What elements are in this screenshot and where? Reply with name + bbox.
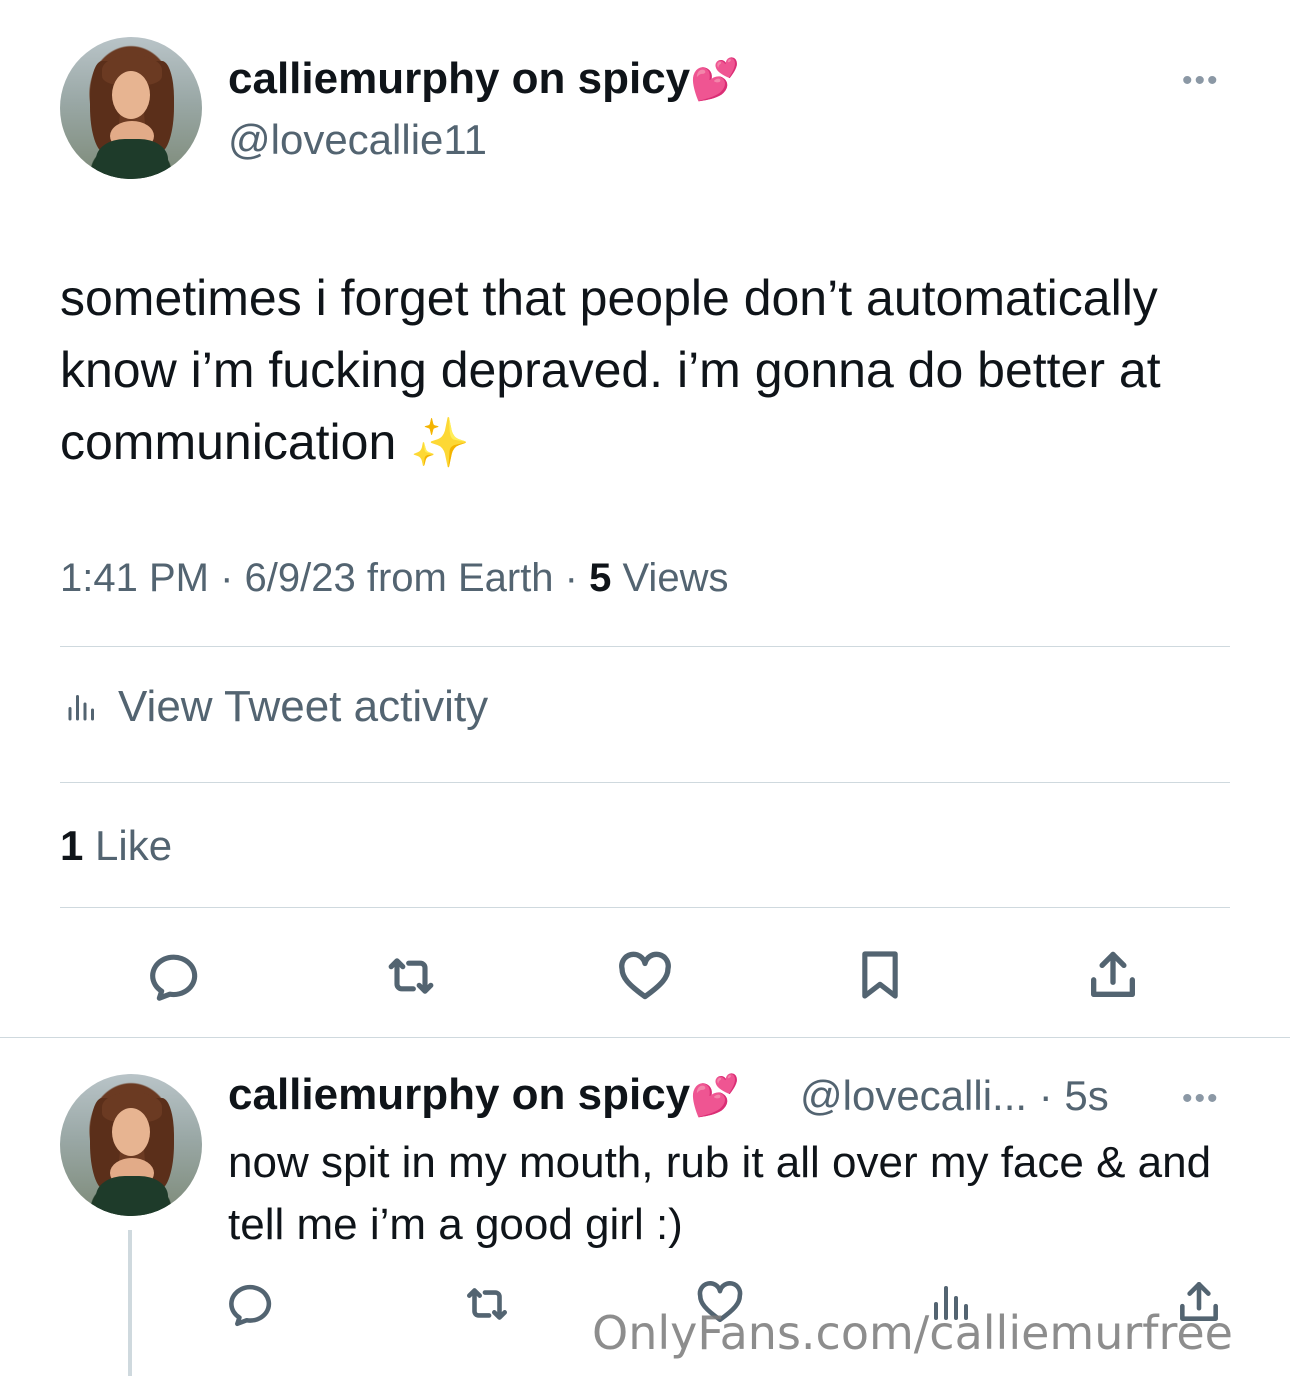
heart-emoji: 💕 bbox=[690, 1074, 740, 1118]
reply-author-name-text: calliemurphy on spicy bbox=[228, 1070, 691, 1119]
activity-label: View Tweet activity bbox=[118, 682, 489, 731]
thread-connector-line bbox=[128, 1230, 132, 1376]
author-display-name[interactable]: calliemurphy on spicy💕 bbox=[228, 54, 740, 104]
reply-retweet-button[interactable] bbox=[458, 1278, 516, 1330]
bookmark-button[interactable] bbox=[850, 944, 910, 1006]
comment-icon bbox=[150, 954, 198, 1001]
avatar-face bbox=[112, 71, 150, 119]
tweet-text: sometimes i forget that people don’t aut… bbox=[60, 262, 1230, 480]
reply-author-display-name[interactable]: calliemurphy on spicy💕 bbox=[228, 1070, 740, 1120]
divider bbox=[60, 782, 1230, 783]
views-label: Views bbox=[611, 556, 729, 600]
like-button[interactable] bbox=[612, 946, 678, 1006]
author-name-text: calliemurphy on spicy bbox=[228, 54, 691, 103]
divider bbox=[0, 1037, 1290, 1038]
view-tweet-activity-button[interactable]: View Tweet activity bbox=[64, 682, 488, 732]
tweet-timestamp[interactable]: 1:41 PM · 6/9/23 from Earth · bbox=[60, 556, 589, 600]
avatar-face bbox=[112, 1108, 150, 1156]
more-options-button[interactable]: ••• bbox=[1182, 66, 1220, 96]
share-icon bbox=[1091, 951, 1135, 997]
reply-button[interactable] bbox=[146, 946, 210, 1006]
views-count: 5 bbox=[589, 556, 612, 600]
bookmark-icon bbox=[862, 951, 898, 999]
heart-emoji: 💕 bbox=[690, 58, 740, 102]
author-avatar[interactable] bbox=[60, 37, 202, 179]
tweet-metadata: 1:41 PM · 6/9/23 from Earth · 5 Views bbox=[60, 556, 728, 601]
likes-label: Like bbox=[83, 822, 173, 869]
divider bbox=[60, 646, 1230, 647]
heart-icon bbox=[619, 951, 671, 1000]
likes-count-link[interactable]: 1 Like bbox=[60, 822, 172, 870]
analytics-icon bbox=[68, 695, 94, 721]
reply-handle-and-time[interactable]: @lovecalli... · 5s bbox=[800, 1072, 1109, 1120]
reply-author-avatar[interactable] bbox=[60, 1074, 202, 1216]
author-handle[interactable]: @lovecallie11 bbox=[228, 116, 487, 164]
tweet-text-content: sometimes i forget that people don’t aut… bbox=[60, 270, 1161, 470]
watermark-text: OnlyFans.com/calliemurfree bbox=[592, 1306, 1233, 1360]
reply-text: now spit in my mouth, rub it all over my… bbox=[228, 1138, 1212, 1249]
retweet-icon bbox=[467, 1288, 507, 1320]
divider bbox=[60, 907, 1230, 908]
reply-reply-button[interactable] bbox=[226, 1278, 282, 1330]
comment-icon bbox=[229, 1284, 272, 1327]
avatar-clothing bbox=[96, 139, 168, 179]
likes-count: 1 bbox=[60, 822, 84, 869]
share-button[interactable] bbox=[1082, 944, 1144, 1006]
reply-more-options-button[interactable]: ••• bbox=[1182, 1084, 1220, 1114]
avatar-clothing bbox=[96, 1176, 168, 1216]
retweet-button[interactable] bbox=[378, 946, 444, 1006]
sparkles-emoji: ✨ bbox=[410, 417, 470, 470]
retweet-icon bbox=[388, 958, 434, 994]
